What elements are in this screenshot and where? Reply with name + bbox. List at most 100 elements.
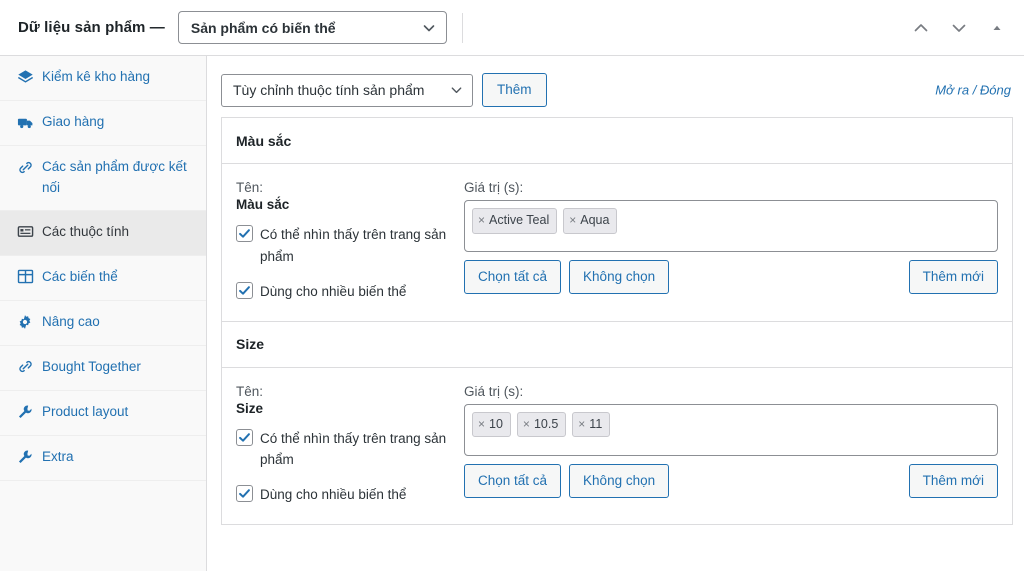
attribute-name-label: Tên: bbox=[236, 180, 264, 195]
attributes-toolbar: Tùy chỉnh thuộc tính sản phẩm Thêm Mở ra… bbox=[221, 70, 1013, 110]
sidebar-item-extra[interactable]: Extra bbox=[0, 435, 206, 481]
sidebar-item-label: Extra bbox=[42, 448, 74, 464]
attribute-values-label: Giá trị (s): bbox=[464, 180, 524, 195]
shipping-truck-icon bbox=[16, 113, 34, 131]
add-new-value-button[interactable]: Thêm mới bbox=[908, 463, 998, 498]
header-divider bbox=[461, 12, 463, 43]
sidebar-item-label: Product layout bbox=[42, 403, 129, 419]
select-all-button[interactable]: Chọn tất cả bbox=[464, 463, 562, 498]
remove-tag-icon[interactable]: × bbox=[478, 211, 485, 229]
chevron-down-icon bbox=[450, 84, 463, 97]
visible-on-product-page-checkbox[interactable] bbox=[236, 428, 253, 446]
attributes-icon bbox=[16, 223, 34, 241]
variation-checkbox-row: Dùng cho nhiều biến thể bbox=[236, 281, 450, 303]
attribute-name-label: Tên: bbox=[236, 383, 264, 399]
sidebar-item-label: Các thuộc tính bbox=[42, 223, 130, 239]
sidebar-item-variations[interactable]: Các biến thể bbox=[0, 255, 206, 301]
attribute-panel: Màu sắc Tên: Màu sắc Có thể nhìn thấy tr… bbox=[221, 117, 1013, 322]
value-tag[interactable]: × 11 bbox=[572, 411, 611, 438]
remove-tag-icon[interactable]: × bbox=[478, 415, 485, 433]
remove-tag-icon[interactable]: × bbox=[569, 211, 576, 229]
value-tag[interactable]: × Active Teal bbox=[472, 208, 558, 234]
inventory-icon bbox=[16, 68, 34, 86]
select-none-button[interactable]: Không chọn bbox=[569, 260, 670, 295]
sidebar-filler bbox=[0, 480, 206, 571]
gear-icon bbox=[16, 313, 34, 331]
attribute-name-value: Màu sắc bbox=[236, 197, 290, 212]
sidebar-item-label: Nâng cao bbox=[42, 313, 100, 329]
chevron-up-icon[interactable] bbox=[906, 13, 936, 43]
used-for-variations-label: Dùng cho nhiều biến thể bbox=[260, 283, 407, 299]
grid-icon bbox=[16, 268, 34, 286]
sidebar-item-inventory[interactable]: Kiểm kê kho hàng bbox=[0, 56, 206, 101]
variation-checkbox-row: Dùng cho nhiều biến thể bbox=[236, 484, 450, 506]
sidebar-item-product-layout[interactable]: Product layout bbox=[0, 390, 206, 436]
panel-order-controls bbox=[906, 0, 1012, 56]
sidebar-item-label: Các sản phẩm được kết nối bbox=[42, 159, 187, 195]
attribute-values-actions: Chọn tất cả Không chọn Thêm mới bbox=[464, 463, 998, 498]
sidebar-item-linked-products[interactable]: Các sản phẩm được kết nối bbox=[0, 146, 206, 211]
product-data-tabs: Kiểm kê kho hàng Giao hàng Các sản phẩm … bbox=[0, 56, 207, 571]
sidebar-item-label: Các biến thể bbox=[42, 268, 118, 284]
panel-body: Kiểm kê kho hàng Giao hàng Các sản phẩm … bbox=[0, 56, 1024, 571]
value-tag[interactable]: × 10 bbox=[472, 411, 511, 438]
triangle-up-icon[interactable] bbox=[982, 13, 1012, 43]
visible-checkbox-row: Có thể nhìn thấy trên trang sản phẩm bbox=[236, 428, 450, 472]
value-tag-label: 11 bbox=[589, 416, 603, 431]
visible-on-product-page-checkbox[interactable] bbox=[236, 225, 253, 242]
attribute-panel-body: Tên: Màu sắc Có thể nhìn thấy trên trang… bbox=[222, 164, 1012, 321]
attribute-values-input[interactable]: × 10 × 10.5 × 11 bbox=[464, 403, 998, 456]
wrench-icon bbox=[16, 403, 34, 421]
attributes-panel-content: Tùy chỉnh thuộc tính sản phẩm Thêm Mở ra… bbox=[207, 56, 1024, 571]
used-for-variations-label: Dùng cho nhiều biến thể bbox=[260, 487, 407, 503]
sidebar-item-bought-together[interactable]: Bought Together bbox=[0, 345, 206, 391]
page-title: Dữ liệu sản phẩm — bbox=[18, 19, 165, 36]
add-new-value-button[interactable]: Thêm mới bbox=[908, 260, 998, 295]
attribute-name-value: Size bbox=[236, 400, 264, 416]
attribute-type-value: Tùy chỉnh thuộc tính sản phẩm bbox=[233, 82, 425, 98]
remove-tag-icon[interactable]: × bbox=[523, 415, 530, 433]
link-icon bbox=[16, 358, 34, 376]
sidebar-item-shipping[interactable]: Giao hàng bbox=[0, 101, 206, 146]
value-tag-label: 10 bbox=[489, 416, 503, 431]
attribute-values-column: Giá trị (s): × 10 × 10.5 × 11 Chọn tất c… bbox=[464, 384, 998, 507]
sidebar-item-attributes[interactable]: Các thuộc tính bbox=[0, 210, 206, 256]
value-tag[interactable]: × 10.5 bbox=[516, 411, 567, 438]
attribute-values-input[interactable]: × Active Teal × Aqua bbox=[464, 200, 998, 252]
attribute-heading: Màu sắc bbox=[236, 132, 292, 149]
remove-tag-icon[interactable]: × bbox=[578, 415, 585, 433]
expand-collapse-link[interactable]: Mở ra / Đóng bbox=[935, 83, 1011, 98]
select-none-button[interactable]: Không chọn bbox=[569, 463, 670, 498]
visible-on-product-page-label: Có thể nhìn thấy trên trang sản phẩm bbox=[260, 227, 447, 264]
add-attribute-button[interactable]: Thêm bbox=[482, 72, 547, 108]
attribute-values-column: Giá trị (s): × Active Teal × Aqua Chọn t… bbox=[464, 180, 998, 303]
visible-on-product-page-label: Có thể nhìn thấy trên trang sản phẩm bbox=[260, 430, 447, 468]
attribute-values-label: Giá trị (s): bbox=[464, 383, 524, 399]
attribute-meta-column: Tên: Màu sắc Có thể nhìn thấy trên trang… bbox=[236, 180, 464, 303]
attribute-meta-column: Tên: Size Có thể nhìn thấy trên trang sả… bbox=[236, 384, 464, 507]
wrench-icon bbox=[16, 448, 34, 466]
attribute-panel-header[interactable]: Màu sắc bbox=[222, 118, 1012, 164]
product-type-select[interactable]: Sản phẩm có biến thể bbox=[177, 11, 447, 44]
value-tag[interactable]: × Aqua bbox=[563, 208, 618, 234]
chevron-down-icon[interactable] bbox=[944, 13, 974, 43]
attribute-panel-body: Tên: Size Có thể nhìn thấy trên trang sả… bbox=[222, 368, 1012, 525]
product-type-value: Sản phẩm có biến thể bbox=[190, 19, 336, 36]
chevron-down-icon bbox=[422, 21, 436, 35]
panel-header: Dữ liệu sản phẩm — Sản phẩm có biến thể bbox=[0, 0, 1024, 56]
select-all-button[interactable]: Chọn tất cả bbox=[464, 260, 562, 295]
link-icon bbox=[16, 158, 34, 176]
visible-checkbox-row: Có thể nhìn thấy trên trang sản phẩm bbox=[236, 224, 450, 268]
used-for-variations-checkbox[interactable] bbox=[236, 485, 253, 503]
sidebar-item-label: Giao hàng bbox=[42, 114, 105, 129]
sidebar-item-advanced[interactable]: Nâng cao bbox=[0, 300, 206, 346]
attribute-heading: Size bbox=[236, 336, 265, 353]
value-tag-label: Active Teal bbox=[489, 213, 550, 227]
attribute-panel-header[interactable]: Size bbox=[222, 321, 1012, 368]
value-tag-label: Aqua bbox=[580, 213, 610, 227]
attribute-panel: Size Tên: Size Có thể nhìn thấy trên tra… bbox=[221, 321, 1013, 526]
attribute-type-select[interactable]: Tùy chỉnh thuộc tính sản phẩm bbox=[221, 73, 473, 107]
sidebar-item-label: Kiểm kê kho hàng bbox=[42, 69, 151, 84]
used-for-variations-checkbox[interactable] bbox=[236, 281, 253, 299]
value-tag-label: 10.5 bbox=[533, 416, 559, 431]
